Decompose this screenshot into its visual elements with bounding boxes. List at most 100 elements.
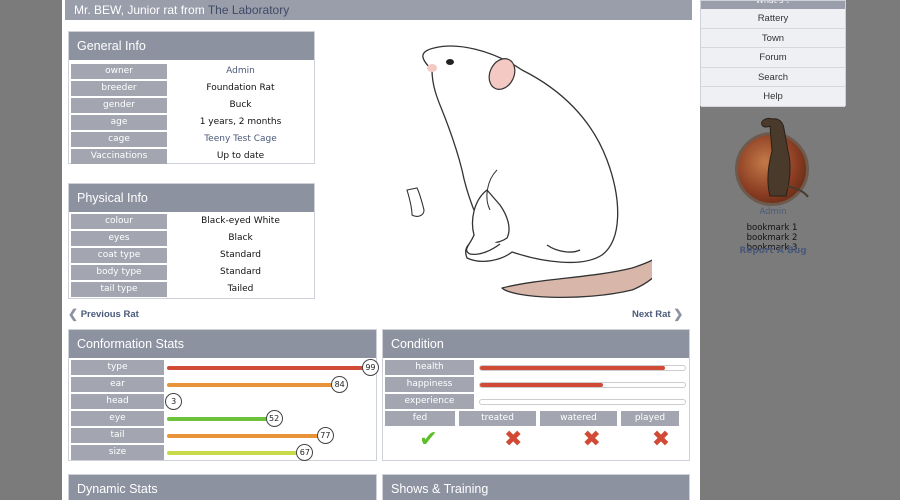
stat-track: 77 xyxy=(167,427,372,444)
info-key: age xyxy=(71,115,167,130)
condition-label: happiness xyxy=(385,377,474,392)
rattery-link[interactable]: The Laboratory xyxy=(208,3,289,17)
stat-label: ear xyxy=(71,377,164,392)
stat-knob: 67 xyxy=(296,444,314,461)
dynamic-stats-panel: Dynamic Stats xyxy=(68,474,377,500)
info-row: Vaccinations Up to date xyxy=(71,149,314,164)
condition-fill xyxy=(480,366,665,370)
info-key: coat type xyxy=(71,248,167,263)
info-row: cage Teeny Test Cage xyxy=(71,132,314,147)
stat-fill xyxy=(167,451,305,455)
owner-name-link[interactable]: Admin xyxy=(700,207,846,217)
shows-training-panel: Shows & Training xyxy=(382,474,690,500)
stat-label: size xyxy=(71,445,164,460)
chevron-left-icon: ❮ xyxy=(68,307,79,321)
care-labels: fed treated watered played xyxy=(385,411,689,426)
stat-fill xyxy=(167,383,340,387)
panel-heading: Physical Info xyxy=(69,184,314,212)
info-value: 1 years, 2 months xyxy=(199,117,282,127)
info-key: gender xyxy=(71,98,167,113)
info-key: cage xyxy=(71,132,167,147)
condition-label: health xyxy=(385,360,474,375)
condition-bar xyxy=(479,365,686,371)
info-value: Foundation Rat xyxy=(206,83,275,93)
title-text: Mr. BEW, Junior rat from xyxy=(74,3,208,17)
stat-knob: 3 xyxy=(165,393,183,410)
info-row: colour Black-eyed White xyxy=(71,214,314,229)
stat-label: head xyxy=(71,394,164,409)
condition-row-experience: experience xyxy=(385,394,689,409)
info-key: owner xyxy=(71,64,167,79)
site-menu: What's ? Rattery Town Forum Search Help xyxy=(700,0,846,107)
next-rat-label: Next Rat xyxy=(632,309,671,320)
condition-bar xyxy=(479,382,686,388)
bookmark-link[interactable]: bookmark 2 xyxy=(720,233,824,243)
avatar[interactable] xyxy=(735,118,809,206)
bookmark-link[interactable]: bookmark 1 xyxy=(720,223,824,233)
cross-icon[interactable]: ✖ xyxy=(554,428,628,452)
chevron-right-icon: ❯ xyxy=(673,307,684,321)
dog-icon xyxy=(761,118,809,198)
info-value: Tailed xyxy=(227,284,254,294)
menu-item-town[interactable]: Town xyxy=(701,28,845,49)
condition-bar xyxy=(479,399,686,405)
stat-fill xyxy=(167,366,370,370)
stat-knob: 52 xyxy=(265,410,283,427)
condition-fill xyxy=(480,383,603,387)
info-key: body type xyxy=(71,265,167,280)
panel-heading: Condition xyxy=(383,330,689,358)
stat-knob: 99 xyxy=(361,359,379,376)
info-value: Black-eyed White xyxy=(201,216,280,226)
stat-fill xyxy=(167,434,325,438)
stat-track: 99 xyxy=(167,359,379,376)
check-icon: ✔ xyxy=(419,427,438,452)
panel-heading: Shows & Training xyxy=(383,475,689,500)
info-key: tail type xyxy=(71,282,167,297)
cross-icon[interactable]: ✖ xyxy=(633,428,689,452)
info-row: eyes Black xyxy=(71,231,314,246)
next-rat-link[interactable]: Next Rat ❯ xyxy=(632,307,683,321)
stat-row-type: type 99 xyxy=(71,359,379,376)
rat-illustration xyxy=(406,45,652,299)
stat-track: 3 xyxy=(165,393,372,410)
panel-heading: Conformation Stats xyxy=(69,330,376,358)
stat-fill xyxy=(167,417,274,421)
care-status: ✔ ✖ ✖ ✖ xyxy=(385,428,689,452)
menu-item-rattery[interactable]: Rattery xyxy=(701,9,845,29)
condition-panel: Condition health happiness experience fed … xyxy=(382,329,690,461)
stat-label: eye xyxy=(71,411,164,426)
stat-row-ear: ear 84 xyxy=(71,376,376,393)
owner-link[interactable]: Admin xyxy=(167,64,314,79)
menu-item-search[interactable]: Search xyxy=(701,67,845,88)
info-value: Up to date xyxy=(216,151,265,161)
report-bug-link[interactable]: Report A Bug xyxy=(700,246,846,256)
main-content: Mr. BEW, Junior rat from The Laboratory … xyxy=(62,0,700,500)
info-row: breeder Foundation Rat xyxy=(71,81,314,96)
info-value: Standard xyxy=(220,250,261,260)
info-row: age 1 years, 2 months xyxy=(71,115,314,130)
stat-knob: 84 xyxy=(331,376,349,393)
info-key: breeder xyxy=(71,81,167,96)
conformation-stats-panel: Conformation Stats type 99 ear 84 head 3 eye 52… xyxy=(68,329,379,461)
cross-icon[interactable]: ✖ xyxy=(476,428,550,452)
stat-track: 84 xyxy=(167,376,372,393)
info-row: coat type Standard xyxy=(71,248,314,263)
previous-rat-link[interactable]: ❮ Previous Rat xyxy=(68,307,139,321)
stat-row-eye: eye 52 xyxy=(71,410,376,427)
condition-row-happiness: happiness xyxy=(385,377,689,392)
stat-row-head: head 3 xyxy=(71,393,376,410)
menu-item-help[interactable]: Help xyxy=(701,87,845,107)
info-row: tail type Tailed xyxy=(71,282,314,297)
care-label-treated: treated xyxy=(459,411,536,426)
stat-track: 52 xyxy=(167,410,372,427)
stat-track: 67 xyxy=(167,444,372,461)
care-label-watered: watered xyxy=(540,411,617,426)
info-row: body type Standard xyxy=(71,265,314,280)
menu-item-forum[interactable]: Forum xyxy=(701,48,845,68)
cage-link[interactable]: Teeny Test Cage xyxy=(167,132,314,147)
page-title: Mr. BEW, Junior rat from The Laboratory xyxy=(65,0,692,20)
info-key: Vaccinations xyxy=(71,149,167,164)
stat-row-size: size 67 xyxy=(71,444,376,461)
condition-row-health: health xyxy=(385,360,689,375)
info-key: colour xyxy=(71,214,167,229)
